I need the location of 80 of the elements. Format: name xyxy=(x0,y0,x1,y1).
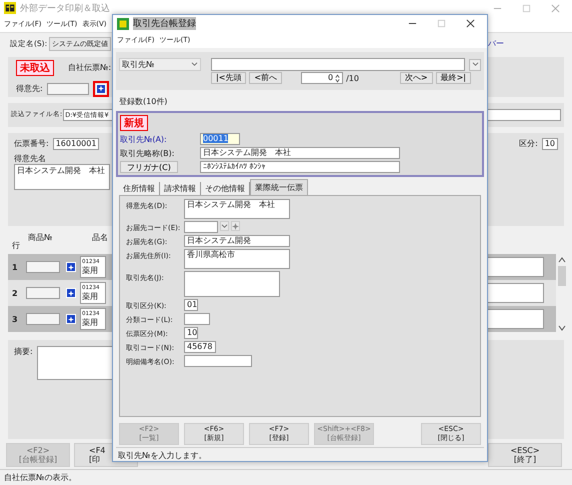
scroll-up-icon[interactable] xyxy=(558,257,566,264)
lookup-button[interactable] xyxy=(66,314,76,324)
input-field[interactable]: 10 xyxy=(184,327,198,339)
input-field[interactable] xyxy=(184,271,280,297)
lookup-button[interactable] xyxy=(66,288,76,298)
product-number-field[interactable] xyxy=(26,313,60,326)
dropdown-button[interactable] xyxy=(469,58,481,70)
caret-icon xyxy=(472,62,478,67)
customer-label: 得意先: xyxy=(16,83,43,94)
plus-icon xyxy=(68,264,74,271)
spinner-arrows-icon xyxy=(335,74,340,82)
lookup-button[interactable] xyxy=(96,84,106,94)
nav-button[interactable]: 次へ> xyxy=(400,72,433,84)
product-number-field[interactable] xyxy=(26,261,60,274)
tab[interactable]: 業際統一伝票 xyxy=(250,179,308,195)
maximize-icon[interactable] xyxy=(522,4,531,13)
own-slip-label: 自社伝票№: xyxy=(68,62,112,74)
input-field[interactable] xyxy=(184,355,252,367)
column-header: 行 xyxy=(12,240,20,252)
column-header: 品名 xyxy=(92,232,108,244)
nav-button[interactable]: |<先頭 xyxy=(211,72,246,84)
add-button[interactable] xyxy=(231,221,240,231)
memo-label: 摘要: xyxy=(14,346,33,357)
product-name-text: 薬用 xyxy=(82,266,99,276)
caret-icon xyxy=(221,224,228,228)
slip-type-field[interactable]: 10 xyxy=(542,138,558,150)
plus-icon xyxy=(68,316,74,323)
row-number: 3 xyxy=(12,314,19,324)
position-spinner[interactable]: 0 xyxy=(301,72,344,84)
record-count: 登録数(10件) xyxy=(118,96,168,108)
slip-type-label: 区分: xyxy=(519,138,538,150)
nav-button[interactable]: 最終>| xyxy=(436,72,471,84)
furigana-button[interactable]: フリガナ(C) xyxy=(120,161,178,173)
column-header: 商品№ xyxy=(28,232,52,244)
code-label: 取引先№(A): xyxy=(120,134,168,144)
input-field[interactable]: 45678 xyxy=(184,341,216,353)
slip-number-label: 伝票番号: xyxy=(14,138,49,150)
short-name-field[interactable]: 日本システム開発 本社 xyxy=(200,147,400,159)
scroll-thumb[interactable] xyxy=(558,266,566,286)
plus-icon xyxy=(98,85,104,92)
maximize-icon[interactable] xyxy=(437,19,446,28)
mode-badge: 新規 xyxy=(120,115,148,131)
scroll-down-icon[interactable] xyxy=(558,324,566,331)
lookup-button[interactable] xyxy=(66,262,76,272)
status-bar: 取引先№を入力します。 xyxy=(116,447,484,461)
slip-number-field[interactable]: 16010001 xyxy=(52,138,99,150)
input-field[interactable]: 日本システム開発 xyxy=(184,235,290,247)
product-name-text: 薬用 xyxy=(82,318,99,328)
dialog-title: 取引先台帳登録 xyxy=(133,17,196,30)
furigana-field[interactable]: ﾆﾎﾝｼｽﾃﾑｶｲﾊﾂ ﾎﾝｼｬ xyxy=(200,161,400,173)
search-field[interactable] xyxy=(211,58,465,71)
plus-icon xyxy=(68,290,74,297)
row-number: 2 xyxy=(12,288,19,298)
input-field[interactable]: 日本システム開発 本社 xyxy=(184,199,290,219)
row-number: 1 xyxy=(12,262,19,272)
caret-icon xyxy=(191,62,198,67)
input-field[interactable] xyxy=(184,221,218,233)
nav-button[interactable]: <前へ xyxy=(249,72,282,84)
plus-icon xyxy=(232,222,239,230)
search-key-dropdown[interactable]: 取引先№ xyxy=(119,58,201,71)
window-title: 外部データ印刷＆取込 xyxy=(20,2,110,15)
customer-name-label: 得意先名 xyxy=(14,152,46,164)
customer-name-field[interactable]: 日本システム開発 本社 xyxy=(14,164,110,190)
top-link[interactable]: バー xyxy=(488,38,504,50)
input-field[interactable] xyxy=(184,313,210,325)
app-icon xyxy=(117,18,129,30)
app-icon xyxy=(4,2,16,14)
code-field[interactable]: 00011 xyxy=(200,133,240,145)
product-name-text: 薬用 xyxy=(82,292,99,302)
short-name-label: 取引先略称(B): xyxy=(120,148,176,158)
input-field[interactable]: 01 xyxy=(184,299,198,311)
dropdown-button[interactable] xyxy=(220,221,229,231)
selected-text: 00011 xyxy=(203,134,228,143)
import-status-badge: 未取込 xyxy=(16,60,54,76)
customer-field[interactable] xyxy=(46,82,89,95)
close-icon[interactable] xyxy=(466,19,475,28)
total-count: /10 xyxy=(346,74,359,82)
exit-button[interactable]: <ESC> [終了] xyxy=(488,443,562,468)
input-field[interactable]: 香川県高松市 xyxy=(184,249,290,269)
product-number-field[interactable] xyxy=(26,287,60,300)
